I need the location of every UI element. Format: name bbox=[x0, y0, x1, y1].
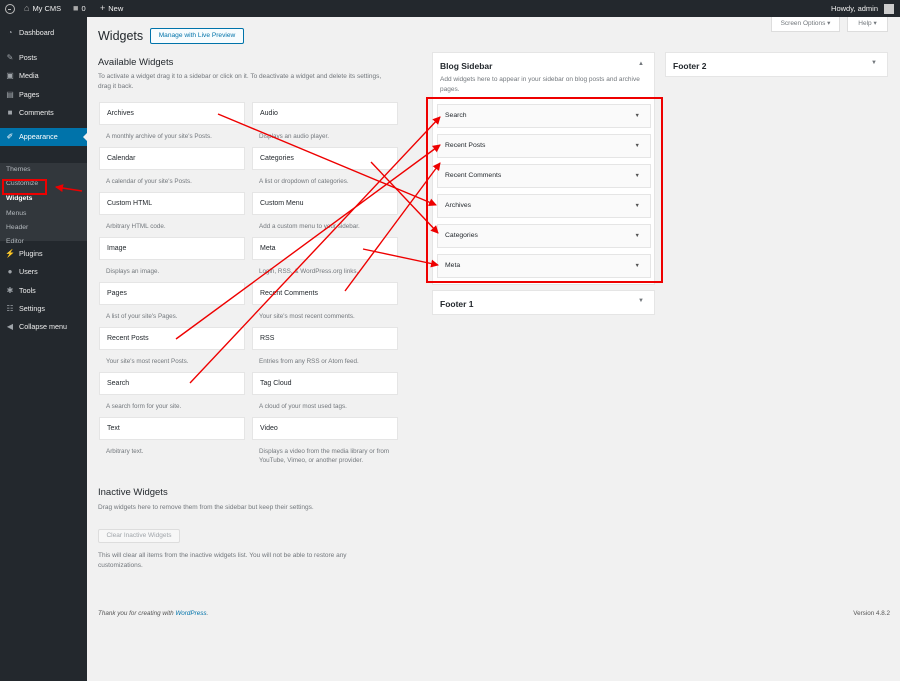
arrow-recent-posts bbox=[175, 144, 441, 340]
arrow-search bbox=[189, 116, 441, 384]
arrow-categories bbox=[370, 161, 439, 234]
arrow-to-widgets bbox=[55, 184, 83, 193]
arrow-recent-comments bbox=[344, 162, 441, 292]
arrow-archives bbox=[217, 113, 437, 206]
annotation-arrows bbox=[55, 113, 441, 384]
